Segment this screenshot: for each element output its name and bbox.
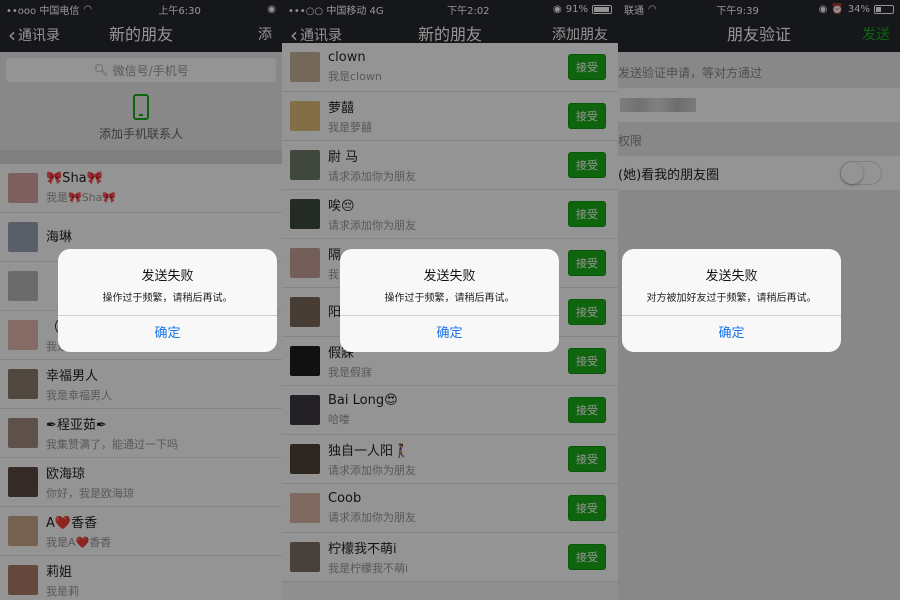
panel-contacts-new-friends-2: •••○○ 中国移动 4G 下午2:02 ◉ 91% ‹ 通讯录 新的朋友 添加朋友…: [282, 0, 618, 600]
alert-dialog: 发送失败 操作过于频繁，请稍后再试。 确定: [340, 249, 559, 352]
alert-ok-button[interactable]: 确定: [58, 316, 277, 352]
panel-friend-verification: 联通 ◠ 下午9:39 ◉ ⏰ 34% 朋友验证 发送 发送验证申请，等对方通过 权限…: [618, 0, 900, 600]
alert-message: 操作过于频繁，请稍后再试。: [384, 293, 515, 304]
alert-ok-button[interactable]: 确定: [340, 316, 559, 352]
alert-ok-button[interactable]: 确定: [622, 316, 841, 352]
alert-message: 操作过于频繁，请稍后再试。: [102, 293, 233, 304]
panel-contacts-new-friends-1: ••ooo 中国电信 ◠ 上午6:30 ◉ ‹ 通讯录 新的朋友 添 🔍︎ 微信号/…: [0, 0, 282, 600]
alert-title: 发送失败: [705, 269, 758, 284]
alert-dialog: 发送失败 操作过于频繁，请稍后再试。 确定: [58, 249, 277, 352]
alert-title: 发送失败: [141, 269, 194, 284]
screenshot-collage: ••ooo 中国电信 ◠ 上午6:30 ◉ ‹ 通讯录 新的朋友 添 🔍︎ 微信号/…: [0, 0, 900, 600]
alert-dialog: 发送失败 对方被加好友过于频繁，请稍后再试。 确定: [622, 249, 841, 352]
alert-message: 对方被加好友过于频繁，请稍后再试。: [646, 293, 817, 304]
alert-title: 发送失败: [423, 269, 476, 284]
